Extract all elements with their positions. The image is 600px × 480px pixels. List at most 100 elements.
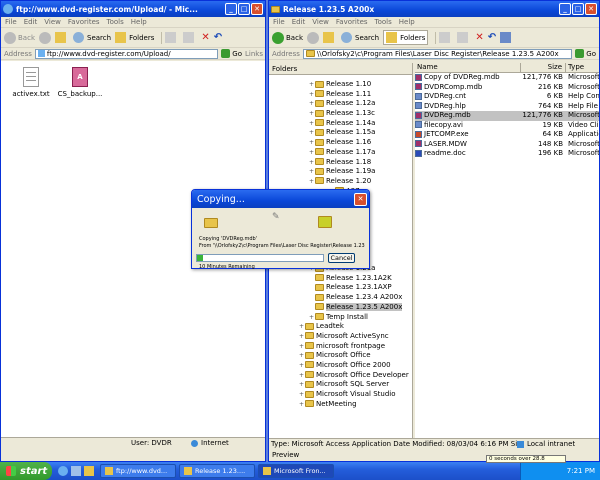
move-to-button[interactable] [165, 32, 179, 43]
close-button[interactable]: ✕ [585, 3, 597, 15]
column-name[interactable]: Name [415, 63, 521, 72]
taskbar-button[interactable]: Microsoft Fron... [258, 464, 334, 478]
copy-to-button[interactable] [183, 32, 197, 43]
tree-expand-icon[interactable]: + [299, 371, 304, 381]
menu-file[interactable]: File [273, 18, 285, 26]
tree-item[interactable]: + Release 1.18 [269, 158, 412, 168]
taskbar-button[interactable]: Release 1.23.... [179, 464, 255, 478]
file-row[interactable]: readme.doc 196 KB Microsoft W [415, 149, 599, 159]
tree-expand-icon[interactable]: + [309, 128, 314, 138]
menu-edit[interactable]: Edit [292, 18, 306, 26]
column-type[interactable]: Type [566, 63, 599, 72]
tree-expand-icon[interactable]: + [299, 390, 304, 400]
tree-item[interactable]: + microsoft frontpage [269, 342, 412, 352]
column-size[interactable]: Size [521, 63, 566, 72]
menu-view[interactable]: View [312, 18, 329, 26]
minimize-button[interactable]: _ [559, 3, 571, 15]
ie-links[interactable]: Links [245, 50, 263, 58]
tree-item[interactable]: Release 1.23.4 A200x [269, 293, 412, 303]
explorer-go-button[interactable]: Go [575, 49, 596, 58]
forward-button[interactable] [307, 31, 319, 44]
start-button[interactable]: start [0, 462, 52, 480]
ie-quicklaunch-icon[interactable] [58, 466, 68, 476]
menu-tools[interactable]: Tools [375, 18, 392, 26]
tree-expand-icon[interactable]: + [309, 148, 314, 158]
close-button[interactable]: ✕ [251, 3, 263, 15]
tree-item[interactable]: + Release 1.16 [269, 138, 412, 148]
tree-expand-icon[interactable]: + [309, 167, 314, 177]
tree-expand-icon[interactable]: + [309, 313, 314, 323]
explorer-titlebar[interactable]: Release 1.23.5 A200x _ □ ✕ [269, 1, 599, 17]
tree-expand-icon[interactable]: + [299, 361, 304, 371]
maximize-button[interactable]: □ [238, 3, 250, 15]
delete-button[interactable]: ✕ [201, 32, 209, 43]
tree-item[interactable]: + Release 1.12a [269, 99, 412, 109]
tree-item[interactable]: + Microsoft Visual Studio [269, 390, 412, 400]
tree-expand-icon[interactable]: + [309, 138, 314, 148]
tree-item[interactable]: + Microsoft Office [269, 351, 412, 361]
tree-item[interactable]: + Release 1.11 [269, 90, 412, 100]
delete-button[interactable]: ✕ [475, 32, 483, 43]
outlook-quicklaunch-icon[interactable] [84, 466, 94, 476]
menu-edit[interactable]: Edit [24, 18, 38, 26]
file-row[interactable]: filecopy.avi 19 KB Video Clip [415, 121, 599, 131]
tree-item[interactable]: + Release 1.17a [269, 148, 412, 158]
tree-item[interactable]: + Microsoft ActiveSync [269, 332, 412, 342]
menu-favorites[interactable]: Favorites [68, 18, 100, 26]
taskbar-button[interactable]: ftp://www.dvd... [100, 464, 176, 478]
tree-item[interactable]: + Release 1.19a [269, 167, 412, 177]
cancel-button[interactable]: Cancel [328, 253, 355, 263]
tree-item[interactable]: + Microsoft SQL Server [269, 380, 412, 390]
back-button[interactable]: Back [4, 31, 35, 44]
dialog-titlebar[interactable]: Copying... ✕ [192, 190, 369, 208]
file-row[interactable]: Copy of DVDReg.mdb 121,776 KB Microsoft Ac [415, 73, 599, 83]
up-button[interactable] [55, 32, 69, 43]
file-row[interactable]: DVDReg.cnt 6 KB Help Conter [415, 92, 599, 102]
tree-item[interactable]: Release 1.23.1A2K [269, 274, 412, 284]
tree-expand-icon[interactable]: + [299, 351, 304, 361]
menu-view[interactable]: View [44, 18, 61, 26]
tree-item[interactable]: + Release 1.20 [269, 177, 412, 187]
tree-expand-icon[interactable]: + [299, 322, 304, 332]
tree-item[interactable]: + Microsoft Office 2000 [269, 361, 412, 371]
file-row[interactable]: DVDReg.mdb 121,776 KB Microsoft Ac [415, 111, 599, 121]
search-button[interactable]: Search [341, 32, 379, 43]
file-row[interactable]: DVDReg.hlp 764 KB Help File [415, 102, 599, 112]
ie-go-button[interactable]: Go [221, 49, 242, 58]
tree-expand-icon[interactable]: + [309, 80, 314, 90]
copy-to-button[interactable] [457, 32, 471, 43]
explorer-address-input[interactable]: \\Orlofsky2\c\Program Files\Laser Disc R… [302, 48, 573, 59]
tray-clock[interactable]: 7:21 PM [567, 467, 595, 475]
forward-button[interactable] [39, 31, 51, 44]
folders-button[interactable]: Folders [115, 32, 154, 43]
desktop-quicklaunch-icon[interactable] [71, 466, 81, 476]
file-cs-backup[interactable]: A CS_backup... [57, 67, 103, 98]
views-button[interactable] [500, 32, 514, 43]
dialog-close-button[interactable]: ✕ [354, 192, 367, 206]
undo-button[interactable]: ↶ [488, 32, 496, 43]
tree-item[interactable]: Release 1.23.5 A200x [269, 302, 412, 313]
tree-expand-icon[interactable]: + [309, 177, 314, 187]
back-button[interactable]: Back [272, 31, 303, 44]
file-row[interactable]: LASER.MDW 148 KB Microsoft Ac [415, 140, 599, 150]
menu-favorites[interactable]: Favorites [336, 18, 368, 26]
tree-item[interactable]: Release 1.23.1AXP [269, 283, 412, 293]
tree-item[interactable]: + Release 1.14a [269, 119, 412, 129]
tree-item[interactable]: + Release 1.15a [269, 128, 412, 138]
tree-expand-icon[interactable]: + [299, 380, 304, 390]
file-row[interactable]: DVDRComp.mdb 216 KB Microsoft Ac [415, 83, 599, 93]
search-button[interactable]: Search [73, 32, 111, 43]
up-button[interactable] [323, 32, 337, 43]
tree-expand-icon[interactable]: + [309, 158, 314, 168]
tree-expand-icon[interactable]: + [299, 342, 304, 352]
tree-item[interactable]: + Microsoft Office Developer [269, 371, 412, 381]
tree-expand-icon[interactable]: + [309, 119, 314, 129]
tree-expand-icon[interactable]: + [309, 109, 314, 119]
tree-item[interactable]: + Release 1.13c [269, 109, 412, 119]
menu-tools[interactable]: Tools [107, 18, 124, 26]
tree-item[interactable]: + NetMeeting [269, 400, 412, 410]
folders-button[interactable]: Folders [383, 30, 429, 45]
undo-button[interactable]: ↶ [214, 32, 222, 43]
menu-file[interactable]: File [5, 18, 17, 26]
minimize-button[interactable]: _ [225, 3, 237, 15]
